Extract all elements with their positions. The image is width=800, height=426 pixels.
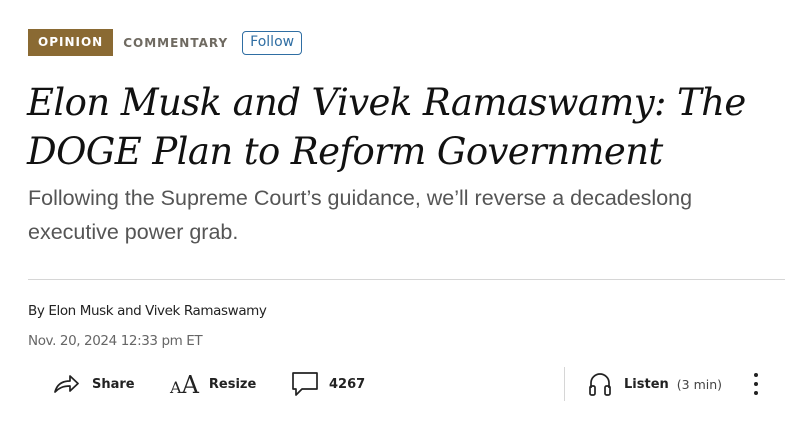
resize-glyph-big: A [181,371,199,399]
comment-count: 4267 [329,376,366,392]
resize-button[interactable]: A A Resize [170,364,256,404]
text-resize-icon: A A [170,371,199,399]
headphones-icon [588,371,612,397]
more-options-button[interactable] [751,364,761,404]
share-arrow-icon [52,372,80,396]
article-toolbar: Share A A Resize 4267 Listen (3 min) [0,364,800,404]
article-dek: Following the Supreme Court’s guidance, … [28,186,693,244]
resize-glyph-small: A [170,378,182,397]
resize-label: Resize [208,376,257,392]
article-timestamp: Nov. 20, 2024 12:33 pm ET [28,333,203,349]
toolbar-divider [564,367,565,401]
listen-label: Listen [624,376,669,392]
more-vertical-icon [751,373,761,395]
follow-button[interactable]: Follow [242,30,303,55]
divider [28,279,785,280]
listen-button[interactable]: Listen (3 min) [588,364,722,404]
article-headline: Elon Musk and Vivek Ramaswamy: The DOGE … [27,81,746,173]
section-label-commentary[interactable]: COMMENTARY [123,36,228,50]
share-label: Share [92,376,135,392]
comment-bubble-icon [291,371,319,397]
article-byline[interactable]: By Elon Musk and Vivek Ramaswamy [28,303,267,319]
share-button[interactable]: Share [52,364,135,404]
article-tagline: OPINION COMMENTARY Follow [28,29,303,56]
opinion-badge[interactable]: OPINION [28,29,114,56]
listen-duration: (3 min) [676,376,723,392]
comments-button[interactable]: 4267 [291,364,365,404]
